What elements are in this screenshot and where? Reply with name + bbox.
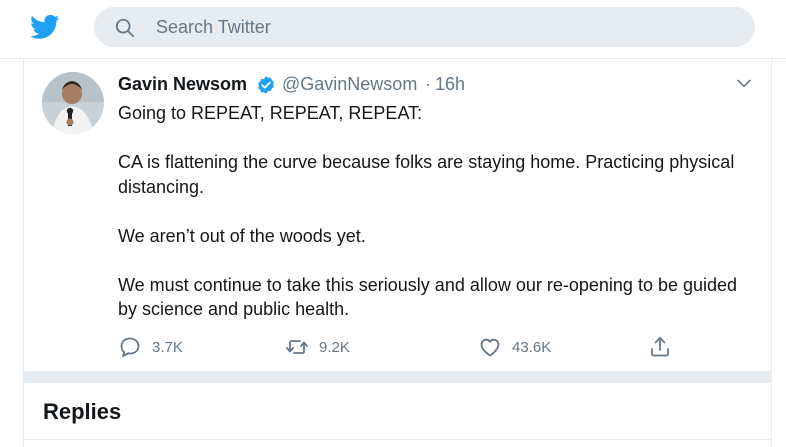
meta-separator: ·: [425, 74, 431, 94]
retweet-button[interactable]: 9.2K: [285, 334, 350, 360]
replies-divider: [23, 439, 772, 440]
replies-heading: Replies: [43, 399, 122, 424]
twitter-bird-icon[interactable]: [27, 12, 63, 42]
tweet-actions: 3.7K 9.2K 43.6K: [118, 334, 758, 360]
share-button[interactable]: [648, 334, 672, 360]
reply-count: 3.7K: [152, 338, 183, 356]
search-bar[interactable]: [94, 7, 755, 47]
tweet-card[interactable]: Gavin Newsom @GavinNewsom · 16h Going to…: [23, 59, 772, 371]
verified-badge-icon: [258, 76, 274, 94]
search-input[interactable]: [156, 7, 716, 47]
tweet-paragraph: Going to REPEAT, REPEAT, REPEAT:: [118, 103, 423, 123]
search-icon: [115, 18, 135, 38]
share-icon: [651, 337, 669, 357]
reply-icon: [120, 337, 140, 357]
author-name[interactable]: Gavin Newsom: [118, 74, 247, 95]
tweet-paragraph: CA is flattening the curve because folks…: [118, 152, 735, 197]
chevron-down-icon[interactable]: [734, 73, 754, 93]
avatar[interactable]: [42, 72, 104, 134]
replies-section: [23, 383, 772, 447]
heart-icon: [480, 338, 500, 357]
section-gutter: [23, 371, 772, 383]
retweet-count: 9.2K: [319, 338, 350, 356]
tweet-paragraph: We must continue to take this seriously …: [118, 274, 738, 320]
author-handle[interactable]: @GavinNewsom: [282, 74, 417, 95]
avatar-image: [42, 72, 104, 134]
tweet-paragraph: We aren’t out of the woods yet.: [118, 225, 366, 246]
like-count: 43.6K: [512, 338, 552, 356]
reply-button[interactable]: 3.7K: [118, 334, 183, 360]
top-bar: [0, 0, 786, 58]
tweet-timestamp[interactable]: 16h: [435, 74, 465, 95]
like-button[interactable]: 43.6K: [478, 334, 551, 360]
retweet-icon: [286, 340, 308, 354]
tweet-text: Going to REPEAT, REPEAT, REPEAT: CA is f…: [118, 101, 758, 322]
